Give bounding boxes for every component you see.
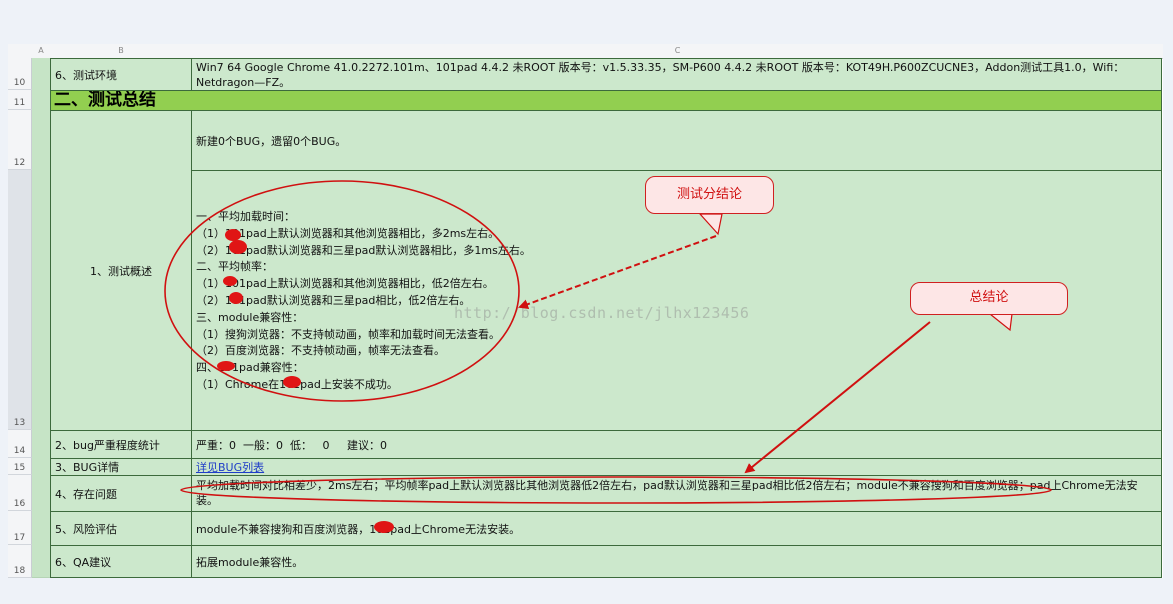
issues-circle bbox=[180, 476, 1052, 504]
dashed-arrow bbox=[518, 235, 717, 309]
callout-tail bbox=[698, 213, 723, 236]
redaction-marks bbox=[217, 229, 394, 533]
callout-overall-conclusion: 总结论 bbox=[910, 282, 1068, 315]
solid-arrow bbox=[744, 321, 931, 474]
callout-partial-conclusion: 测试分结论 bbox=[645, 176, 774, 214]
callout-tail bbox=[988, 313, 1013, 332]
